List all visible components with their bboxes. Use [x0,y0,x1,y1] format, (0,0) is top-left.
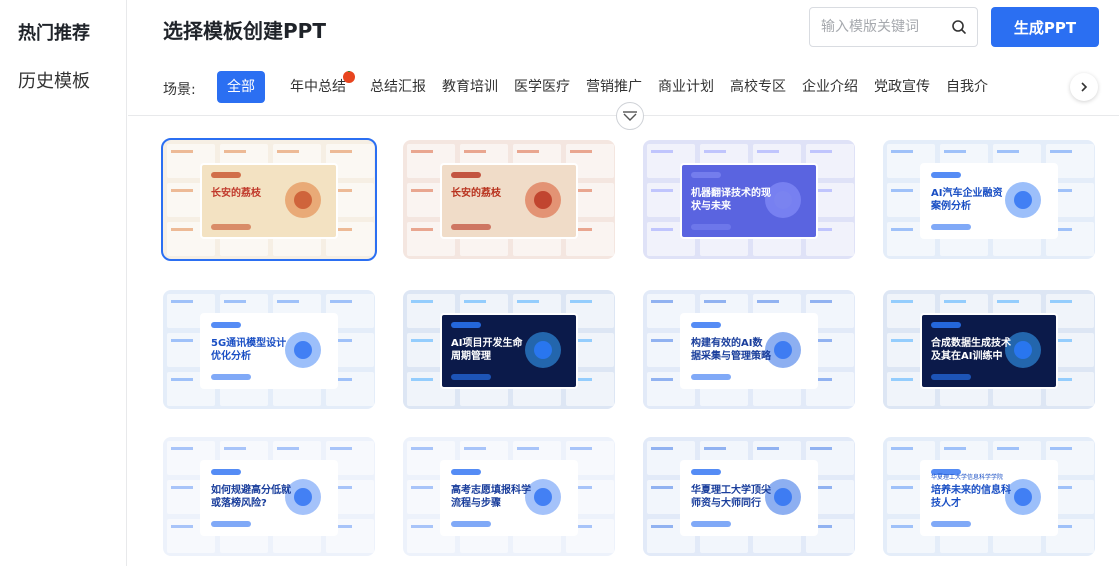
search-box [809,7,978,47]
template-thumbnail: AI汽车企业融资案例分析 [883,140,1095,259]
page-title: 选择模板创建PPT [163,19,326,43]
template-thumbnail: 华夏理工大学顶尖师资与大师同行 [643,437,855,556]
tab-medical[interactable]: 医学医疗 [514,71,570,103]
search-input[interactable] [821,17,941,37]
chevron-down-icon [622,107,638,126]
template-card[interactable]: 长安的荔枝 [161,138,377,261]
tab-university[interactable]: 高校专区 [730,71,786,103]
template-thumbnail: 培养未来的信息科技人才华夏理工大学信息科学学院 [883,437,1095,556]
tab-label: 年中总结 [290,79,346,95]
template-card[interactable]: 5G通讯模型设计优化分析 [163,290,375,409]
template-card[interactable]: 机器翻译技术的现状与未来 [643,140,855,259]
tab-education[interactable]: 教育培训 [442,71,498,103]
template-card[interactable]: AI汽车企业融资案例分析 [883,140,1095,259]
sidebar-item-hot[interactable]: 热门推荐 [18,19,90,45]
template-title: 长安的荔枝 [451,186,502,199]
template-subtitle: 华夏理工大学信息科学学院 [931,473,1003,481]
main-panel: 选择模板创建PPT 生成PPT 场景: 全部 年中总结 总结汇报教育培训医学医疗营销… [128,0,1119,566]
tab-company[interactable]: 企业介绍 [802,71,858,103]
template-thumbnail: AI项目开发生命周期管理 [403,290,615,409]
template-thumbnail: 5G通讯模型设计优化分析 [163,290,375,409]
tab-marketing[interactable]: 营销推广 [586,71,642,103]
scene-label: 场景: [163,82,196,98]
tab-all[interactable]: 全部 [217,71,265,103]
generate-ppt-button[interactable]: 生成PPT [991,7,1099,47]
template-card[interactable]: 合成数据生成技术及其在AI训练中 [883,290,1095,409]
template-card[interactable]: 如何规避高分低就或落榜风险? [163,437,375,556]
template-thumbnail: 长安的荔枝 [403,140,615,259]
template-thumbnail: 如何规避高分低就或落榜风险? [163,437,375,556]
hot-badge-icon [343,71,355,83]
template-thumbnail: 机器翻译技术的现状与未来 [643,140,855,259]
collapse-button[interactable] [616,102,644,130]
tabs-next-button[interactable] [1070,73,1098,101]
template-card[interactable]: 华夏理工大学顶尖师资与大师同行 [643,437,855,556]
tab-self-intro[interactable]: 自我介 [946,71,988,103]
template-card[interactable]: AI项目开发生命周期管理 [403,290,615,409]
chevron-right-icon [1078,78,1090,97]
sidebar: 热门推荐 历史模板 [0,0,127,566]
template-thumbnail: 构建有效的AI数据采集与管理策略 [643,290,855,409]
search-icon[interactable] [951,19,967,35]
template-card[interactable]: 培养未来的信息科技人才 华夏理工大学信息科学学院 [883,437,1095,556]
template-thumbnail: 合成数据生成技术及其在AI训练中 [883,290,1095,409]
tab-business-plan[interactable]: 商业计划 [658,71,714,103]
template-thumbnail: 长安的荔枝 [163,140,375,259]
tab-summary[interactable]: 总结汇报 [370,71,426,103]
template-card[interactable]: 构建有效的AI数据采集与管理策略 [643,290,855,409]
tab-party[interactable]: 党政宣传 [874,71,930,103]
sidebar-item-history[interactable]: 历史模板 [18,67,90,93]
template-card[interactable]: 高考志愿填报科学流程与步骤 [403,437,615,556]
template-title: 长安的荔枝 [211,186,262,199]
scene-tabs: 全部 年中总结 总结汇报 教育培训 医学医疗 营销推广 商业计划 高校专区 企业介绍 党政宣传 自我… [217,71,1073,103]
template-thumbnail: 高考志愿填报科学流程与步骤 [403,437,615,556]
tab-mid-year[interactable]: 年中总结 [290,71,355,103]
template-card[interactable]: 长安的荔枝 [403,140,615,259]
